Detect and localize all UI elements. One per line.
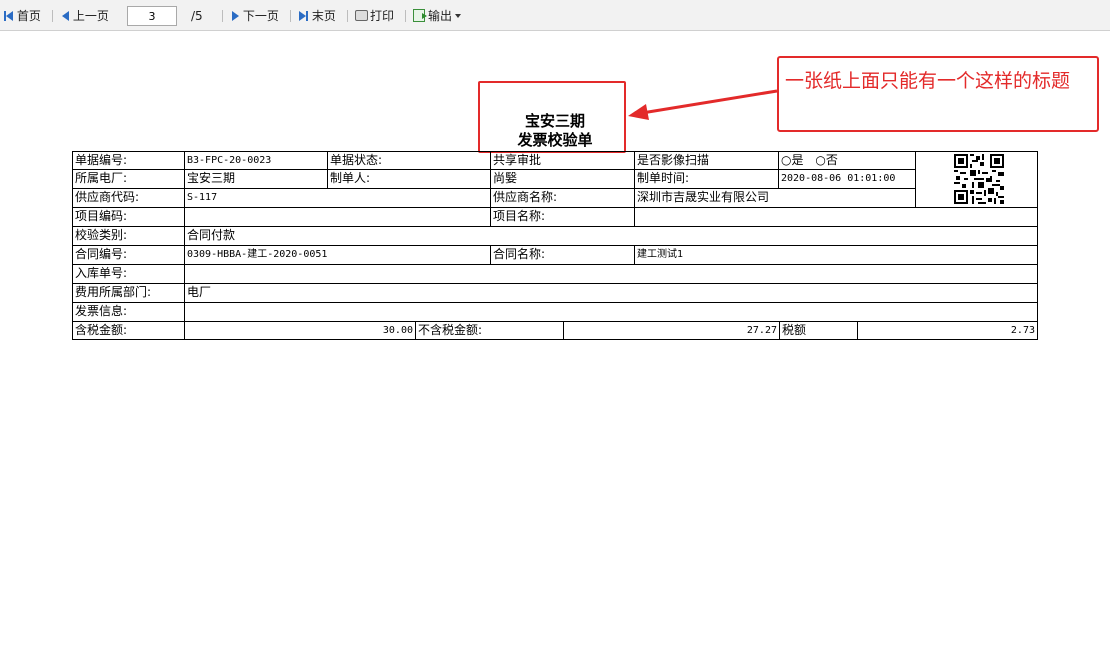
- tax-incl-label: 含税金额:: [73, 322, 185, 339]
- export-icon: [413, 9, 427, 22]
- scan-yes-label: 是: [791, 153, 804, 167]
- next-page-icon: [232, 11, 239, 21]
- annotation-arrow-icon: [628, 89, 778, 120]
- inbound-no-label: 入库单号:: [73, 265, 185, 284]
- page-total: /5: [191, 9, 203, 23]
- toolbar-divider: [290, 10, 291, 22]
- tax-excl-label: 不含税金额:: [416, 322, 564, 339]
- contract-name-label: 合同名称:: [491, 246, 635, 265]
- last-page-label: 末页: [311, 9, 336, 23]
- scan-radio-group: ○是 ○否: [779, 152, 916, 170]
- doc-no-value: B3-FPC-20-0023: [185, 152, 328, 170]
- inbound-no-value: [185, 265, 1037, 284]
- contract-no-value: 0309-HBBA-建工-2020-0051: [185, 246, 491, 265]
- toolbar-divider: [222, 10, 223, 22]
- prev-page-label: 上一页: [72, 9, 109, 23]
- supplier-name-label: 供应商名称:: [491, 189, 635, 208]
- document-title-line2: 发票校验单: [517, 131, 593, 149]
- qr-code-icon: [954, 154, 1004, 204]
- doc-no-label: 单据编号:: [73, 152, 185, 170]
- created-time-value: 2020-08-06 01:01:00: [779, 170, 916, 189]
- tax-incl-value: 30.00: [185, 322, 416, 339]
- last-page-arrow-icon: [299, 11, 306, 21]
- scan-label: 是否影像扫描: [635, 152, 779, 170]
- doc-status-label: 单据状态:: [328, 152, 491, 170]
- chevron-down-icon: [455, 14, 462, 18]
- project-name-value: [635, 208, 1037, 227]
- invoice-info-value: [185, 303, 1037, 322]
- toolbar-divider: [52, 10, 53, 22]
- first-page-arrow-icon: [6, 11, 13, 21]
- annotation-note: 一张纸上面只能有一个这样的标题: [777, 56, 1099, 132]
- report-toolbar: 首页 上一页 /5 下一页 末页 打印 输出: [0, 0, 1110, 31]
- export-dropdown-button[interactable]: 输出: [413, 8, 462, 24]
- next-page-button[interactable]: 下一页: [232, 8, 279, 24]
- scan-no-radio[interactable]: ○否: [815, 153, 838, 167]
- last-page-button[interactable]: 末页: [299, 8, 336, 24]
- prev-page-icon: [62, 11, 69, 21]
- contract-name-value: 建工测试1: [635, 246, 1037, 265]
- check-type-value: 合同付款: [185, 227, 1037, 246]
- doc-status-value: 共享审批: [491, 152, 635, 170]
- print-button[interactable]: 打印: [355, 8, 394, 24]
- project-name-label: 项目名称:: [491, 208, 635, 227]
- project-code-value: [185, 208, 491, 227]
- tax-excl-value: 27.27: [564, 322, 780, 339]
- plant-label: 所属电厂:: [73, 170, 185, 189]
- export-label: 输出: [428, 9, 453, 23]
- last-page-icon: [306, 11, 308, 21]
- expense-dept-value: 电厂: [185, 284, 1037, 303]
- toolbar-divider: [405, 10, 406, 22]
- scan-no-label: 否: [825, 153, 838, 167]
- first-page-button[interactable]: 首页: [4, 8, 41, 24]
- print-label: 打印: [370, 9, 395, 23]
- plant-value: 宝安三期: [185, 170, 328, 189]
- supplier-name-value: 深圳市吉晟实业有限公司: [635, 189, 916, 208]
- invoice-info-label: 发票信息:: [73, 303, 185, 322]
- check-type-label: 校验类别:: [73, 227, 185, 246]
- supplier-code-label: 供应商代码:: [73, 189, 185, 208]
- tax-label: 税额: [780, 322, 858, 339]
- prev-page-button[interactable]: 上一页: [62, 8, 109, 24]
- creator-value: 尚嫛: [491, 170, 635, 189]
- expense-dept-label: 费用所属部门:: [73, 284, 185, 303]
- toolbar-divider: [347, 10, 348, 22]
- scan-yes-radio[interactable]: ○是: [781, 153, 804, 167]
- tax-value: 2.73: [1010, 325, 1035, 336]
- first-page-label: 首页: [16, 9, 41, 23]
- contract-no-label: 合同编号:: [73, 246, 185, 265]
- printer-icon: [355, 10, 368, 21]
- supplier-code-value: S-117: [185, 189, 491, 208]
- creator-label: 制单人:: [328, 170, 491, 189]
- next-page-label: 下一页: [242, 9, 279, 23]
- project-code-label: 项目编码:: [73, 208, 185, 227]
- page-number-input[interactable]: [127, 6, 177, 26]
- created-time-label: 制单时间:: [635, 170, 779, 189]
